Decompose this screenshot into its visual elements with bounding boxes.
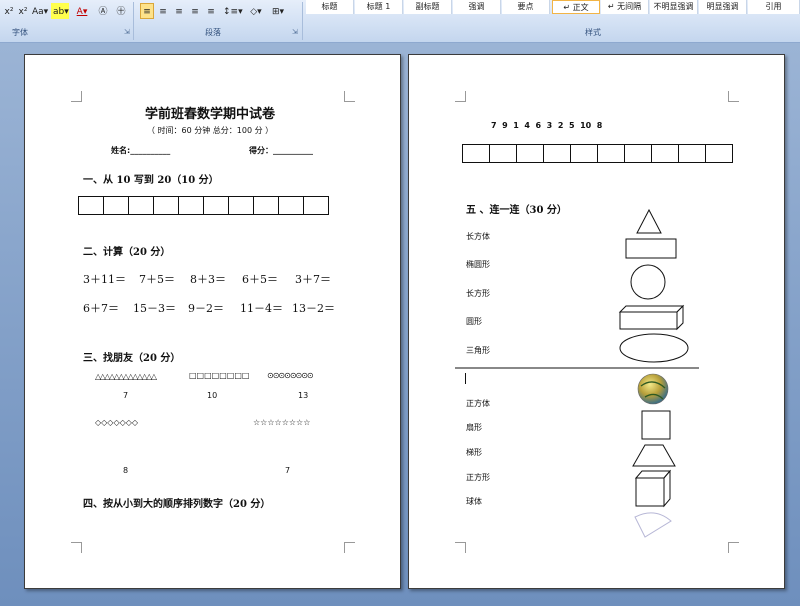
group-label-paragraph: 段落 [205, 28, 221, 37]
justify-button[interactable]: ≡ [188, 3, 202, 19]
style-intense-emphasis[interactable]: 明显强调 [699, 0, 747, 14]
subscript-button[interactable]: x² [16, 3, 30, 19]
superscript-button[interactable]: x² [2, 3, 16, 19]
crop-mark [71, 542, 82, 553]
circle-shape [630, 264, 666, 300]
style-subtle-emphasis[interactable]: 不明显强调 [650, 0, 698, 14]
borders-button[interactable]: ⊞▾ [268, 3, 288, 19]
style-strong[interactable]: 要点 [502, 0, 550, 14]
name-field-label: 姓名:__________ [111, 146, 171, 155]
align-center-button[interactable]: ≡ [156, 3, 170, 19]
group-label-styles: 样式 [585, 28, 601, 37]
circle-group: ⊙⊙⊙⊙⊙⊙⊙⊙ [267, 371, 314, 380]
align-right-button[interactable]: ≡ [172, 3, 186, 19]
enclose-char-icon[interactable]: ㊉ [114, 3, 128, 19]
trapezoid-shape [632, 444, 676, 467]
line-spacing-button[interactable]: ↕≡▾ [221, 3, 243, 19]
section-2-heading: 二、计算（20 分） [83, 247, 171, 258]
style-normal[interactable]: ↵ 正文 [552, 0, 600, 14]
star-group: ☆☆☆☆☆☆☆☆ [253, 418, 311, 427]
calc-item: 13－2＝ [292, 302, 335, 315]
highlight-button[interactable]: ab▾ [51, 3, 69, 19]
calc-item: 9－2＝ [188, 302, 224, 315]
number-label: 10 [207, 391, 218, 400]
ellipse-shape [619, 333, 689, 363]
triangle-group: △△△△△△△△△△△△△ [95, 372, 157, 381]
exam-title: 学前班春数学期中试卷 [145, 107, 276, 122]
square-group: □□□□□□□□ [189, 371, 250, 380]
group-separator [302, 2, 303, 40]
shape-label: 球体 [466, 497, 482, 506]
ribbon: x² x² Aa▾ ab▾ A▾ Ⓐ ㊉ 字体 ⇲ ≡ ≡ ≡ ≡ ≡ ↕≡▾ … [0, 0, 800, 43]
style-quote[interactable]: 引用 [748, 0, 800, 14]
section-3-heading: 三、找朋友（20 分） [83, 353, 181, 364]
style-no-spacing[interactable]: ↵ 无间隔 [601, 0, 649, 14]
char-shading-icon[interactable]: Ⓐ [96, 3, 110, 19]
calc-item: 6＋7＝ [83, 302, 119, 315]
font-dialog-launcher[interactable]: ⇲ [124, 28, 130, 36]
shape-label: 正方形 [466, 473, 490, 482]
sector-shape [634, 512, 672, 538]
section-1-heading: 一、从 10 写到 20（10 分） [83, 175, 219, 186]
answer-box-row [78, 196, 329, 215]
sphere-shape [637, 373, 669, 405]
paragraph-dialog-launcher[interactable]: ⇲ [292, 28, 298, 36]
cube-shape [634, 469, 672, 508]
crop-mark [71, 91, 82, 102]
document-page-1[interactable]: 学前班春数学期中试卷 （ 时间：60 分钟 总分：100 分 ） 姓名:____… [24, 54, 401, 589]
score-field-label: 得分：__________ [249, 146, 313, 155]
group-label-font: 字体 [12, 28, 28, 37]
exam-subtitle: （ 时间：60 分钟 总分：100 分 ） [147, 126, 274, 135]
style-subtitle[interactable]: 副标题 [404, 0, 452, 14]
distributed-button[interactable]: ≡ [204, 3, 218, 19]
shape-label: 梯形 [466, 448, 482, 457]
style-emphasis[interactable]: 强调 [453, 0, 501, 14]
calc-item: 15－3＝ [133, 302, 176, 315]
section-4-heading: 四、按从小到大的顺序排列数字（20 分） [83, 499, 271, 510]
cuboid-shape [618, 304, 685, 331]
number-label: 7 [285, 466, 291, 475]
calc-item: 3＋11＝ [83, 273, 126, 286]
calc-item: 6＋5＝ [242, 273, 278, 286]
shape-label: 正方体 [466, 399, 490, 408]
font-color-button[interactable]: A▾ [72, 3, 92, 19]
document-page-2[interactable]: 7 9 1 4 6 3 2 5 10 8 五 、连一连（30 分） 长方体 椭圆… [408, 54, 785, 589]
crop-mark [344, 542, 355, 553]
number-label: 13 [298, 391, 309, 400]
number-label: 7 [123, 391, 129, 400]
change-case-button[interactable]: Aa▾ [30, 3, 48, 19]
style-heading[interactable]: 标题 [306, 0, 354, 14]
shading-button[interactable]: ◇▾ [246, 3, 266, 19]
group-separator [133, 2, 134, 40]
calc-item: 11－4＝ [240, 302, 283, 315]
shape-drawings [455, 208, 699, 538]
style-heading-1[interactable]: 标题 1 [355, 0, 403, 14]
square-shape [641, 410, 671, 440]
calc-item: 7＋5＝ [139, 273, 175, 286]
text-cursor [465, 373, 466, 384]
triangle-shape [636, 208, 662, 234]
align-left-button[interactable]: ≡ [140, 3, 154, 19]
calc-item: 3＋7＝ [295, 273, 331, 286]
number-label: 8 [123, 466, 129, 475]
diamond-group: ◇◇◇◇◇◇◇ [95, 418, 139, 427]
calc-item: 8＋3＝ [190, 273, 226, 286]
crop-mark [344, 91, 355, 102]
rectangle-shape [625, 238, 677, 259]
shape-label: 扇形 [466, 423, 482, 432]
